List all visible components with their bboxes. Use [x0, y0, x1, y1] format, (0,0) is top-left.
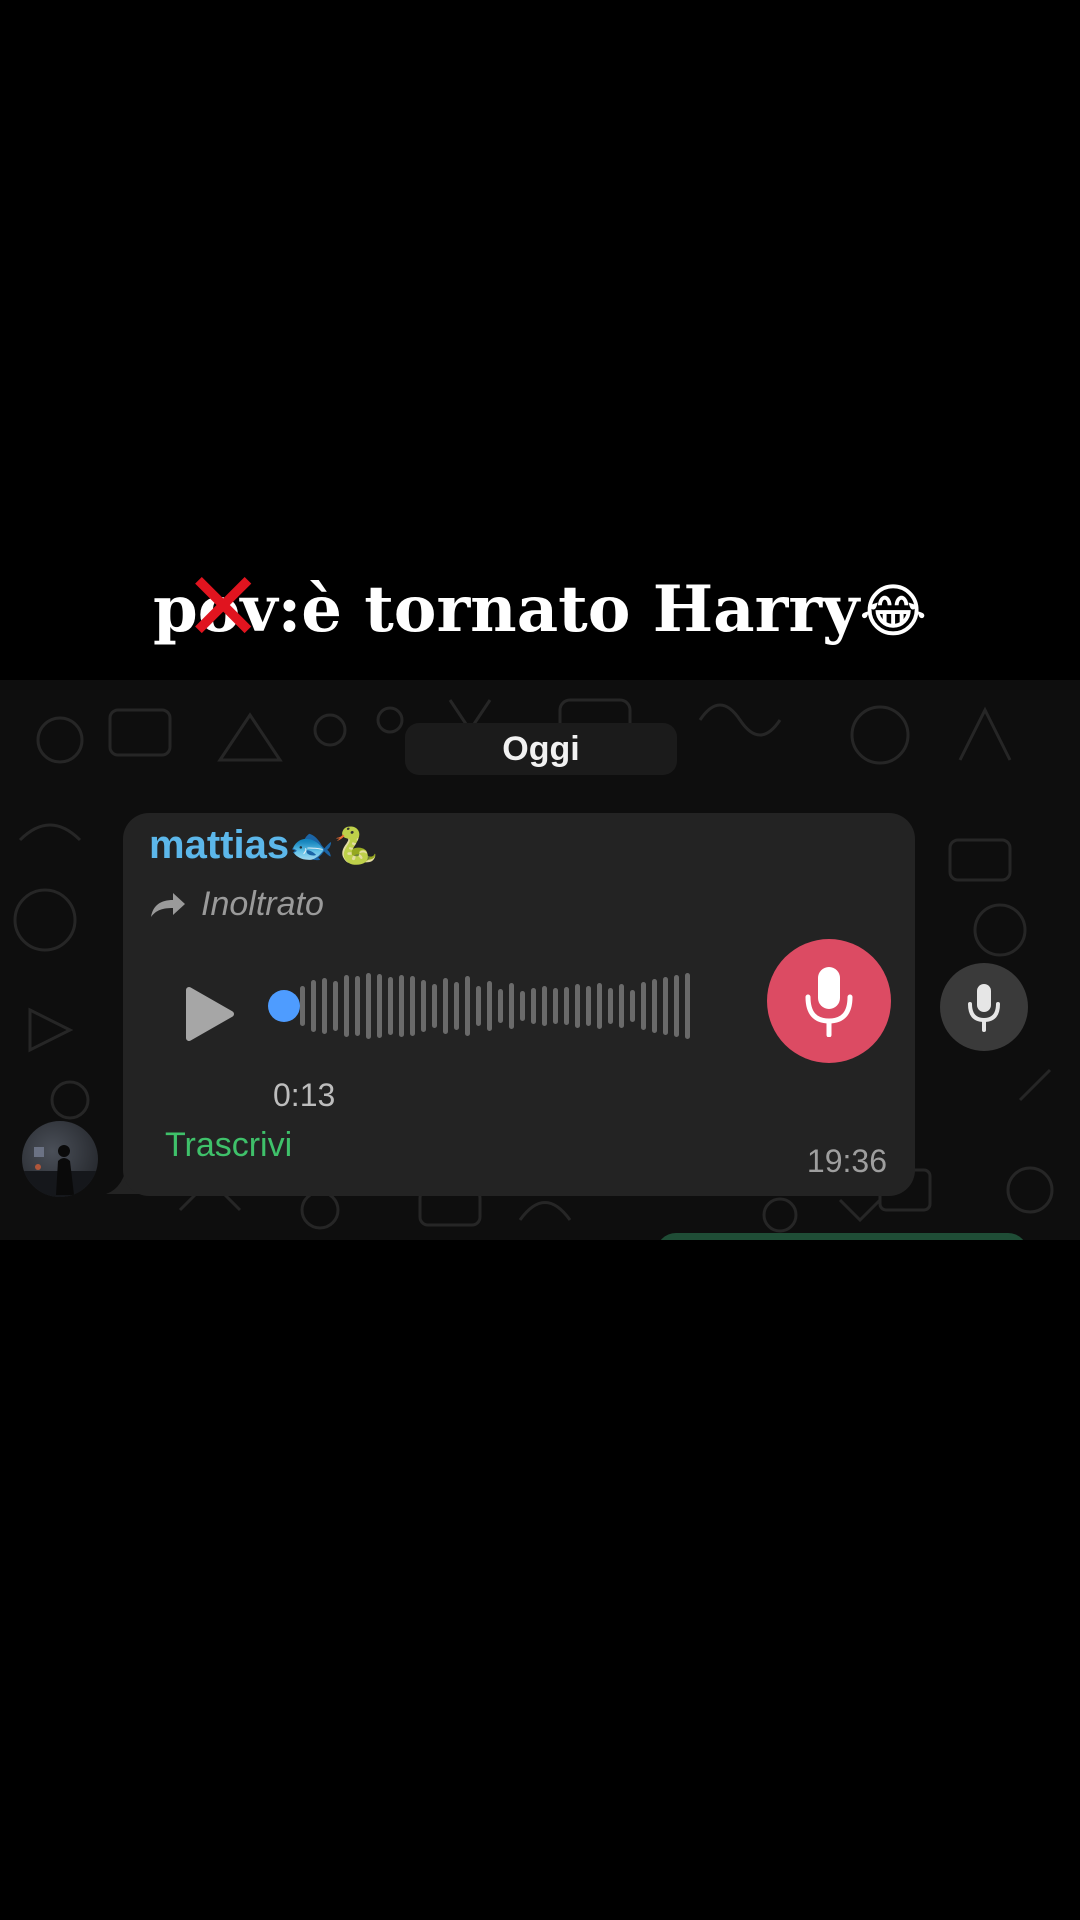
sender-avatar[interactable] — [22, 1121, 98, 1197]
waveform-bar — [355, 976, 360, 1036]
waveform-bar — [311, 980, 316, 1032]
waveform-bar — [421, 980, 426, 1032]
voice-duration: 0:13 — [273, 1077, 336, 1113]
waveform-bar — [377, 974, 382, 1038]
sender-name[interactable]: mattias🐟🐍 — [149, 823, 379, 868]
sender-emojis: 🐟🐍 — [289, 826, 379, 867]
waveform-bar — [663, 977, 668, 1035]
waveform-bar — [399, 975, 404, 1037]
waveform-bar — [443, 978, 448, 1034]
waveform-bar — [410, 976, 415, 1036]
waveform-bar — [531, 988, 536, 1024]
voice-note-avatar-mic — [767, 939, 891, 1063]
waveform-bar — [619, 984, 624, 1028]
waveform-bar — [674, 975, 679, 1037]
waveform-bar — [388, 977, 393, 1035]
laughing-emoji: 😂 — [859, 577, 928, 645]
waveform-bar — [564, 987, 569, 1025]
microphone-icon — [968, 984, 1000, 1032]
waveform-bar — [597, 983, 602, 1029]
waveform-bar — [542, 986, 547, 1026]
struck-text: pov ✕ — [152, 551, 278, 663]
waveform-bar — [300, 986, 305, 1026]
waveform-bar — [465, 976, 470, 1036]
waveform-bar — [641, 982, 646, 1030]
waveform-bar — [608, 988, 613, 1024]
message-timestamp: 19:36 — [806, 1143, 887, 1179]
playback-progress-dot[interactable] — [268, 990, 300, 1022]
microphone-icon — [805, 967, 853, 1037]
waveform-bar — [454, 982, 459, 1030]
next-message-bubble — [656, 1233, 1028, 1240]
waveform-bar — [333, 981, 338, 1031]
transcribe-button[interactable]: Trascrivi — [165, 1126, 292, 1165]
voice-waveform[interactable] — [268, 971, 708, 1041]
voice-message-bubble[interactable]: mattias🐟🐍 Inoltrato 0:13 Trascrivi 19:36 — [123, 813, 915, 1196]
forward-arrow-icon — [151, 892, 185, 917]
waveform-bar — [520, 991, 525, 1021]
play-icon[interactable] — [183, 986, 235, 1042]
caption-text: :è tornato Harry — [277, 572, 860, 647]
waveform-bar — [432, 984, 437, 1028]
waveform-bar — [322, 978, 327, 1034]
forwarded-label: Inoltrato — [149, 885, 324, 924]
waveform-bar — [685, 973, 690, 1039]
waveform-bar — [366, 973, 371, 1039]
avatar-image — [22, 1145, 98, 1197]
waveform-bar — [476, 986, 481, 1026]
waveform-bar — [498, 989, 503, 1023]
waveform-bar — [509, 983, 514, 1029]
date-divider: Oggi — [405, 723, 677, 775]
waveform-bar — [575, 984, 580, 1028]
video-caption: pov ✕:è tornato Harry😂 — [0, 551, 1080, 663]
cross-mark-icon: ✕ — [182, 551, 264, 663]
transcribe-mic-button[interactable] — [940, 963, 1028, 1051]
waveform-bar — [344, 975, 349, 1037]
waveform-bar — [586, 986, 591, 1026]
waveform-bar — [630, 990, 635, 1022]
waveform-bar — [553, 988, 558, 1024]
waveform-bar — [487, 981, 492, 1031]
waveform-bar — [652, 979, 657, 1033]
chat-area: Oggi mattias🐟🐍 Inoltrato 0:13 Trascrivi … — [0, 680, 1080, 1240]
